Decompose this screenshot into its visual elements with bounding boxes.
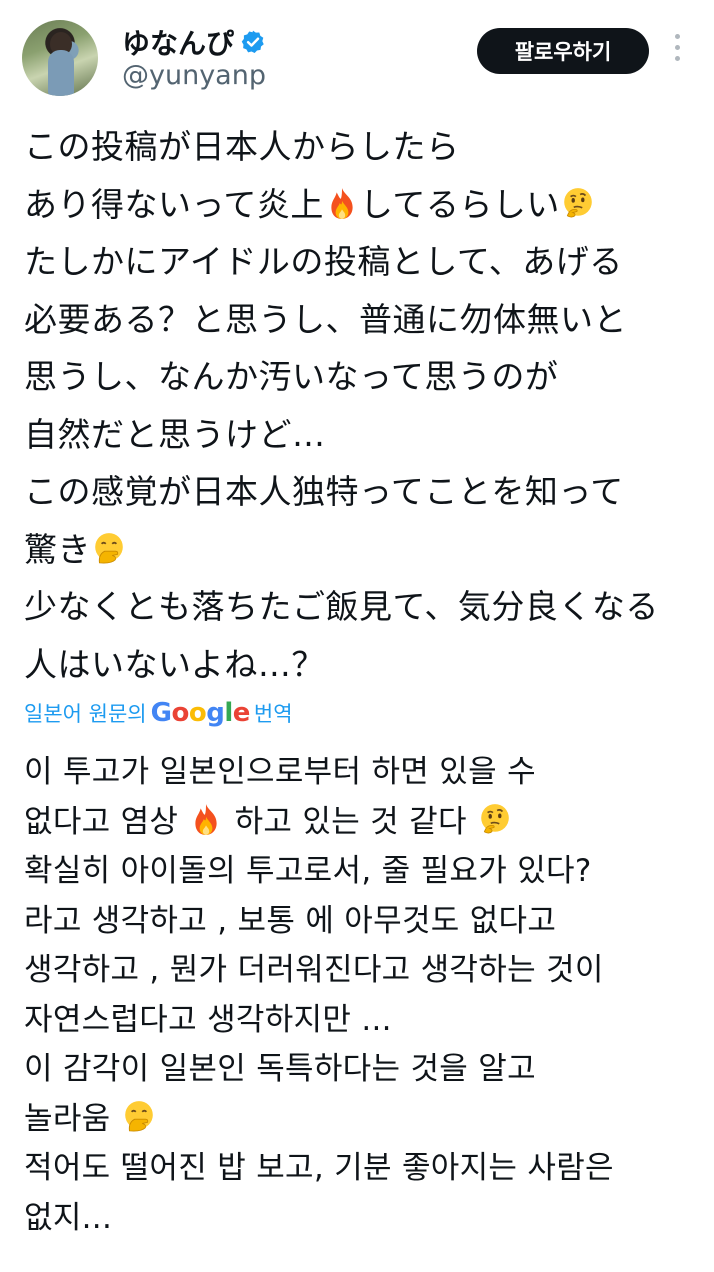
text-segment: 驚き	[24, 529, 91, 569]
original-line: あり得ないって炎上 してるらしい	[24, 176, 704, 234]
thinking-face-emoji-icon	[561, 186, 595, 220]
google-logo: Google	[150, 698, 251, 728]
display-name[interactable]: ゆなんぴ	[122, 22, 234, 62]
more-dot	[674, 45, 680, 50]
verified-badge-icon	[241, 30, 264, 54]
original-line: 少なくとも落ちたご飯見て、気分良くなる	[24, 578, 704, 636]
translated-line: 생각하고 , 뭔가 더러워진다고 생각하는 것이	[24, 946, 704, 996]
translated-line: 없지...	[24, 1194, 704, 1244]
translated-line: 없다고 염상 하고 있는 것 같다	[24, 798, 704, 848]
text-segment: 이 투고가 일본인으로부터 하면 있을 수	[24, 754, 536, 790]
name-row[interactable]: ゆなんぴ	[122, 22, 266, 62]
original-line: 思うし、なんか汚いなって思うのが	[24, 348, 704, 406]
text-segment: 自然だと思うけど…	[24, 414, 326, 454]
translated-line: 라고 생각하고 , 보통 에 아무것도 없다고	[24, 897, 704, 947]
original-line: たしかにアイドルの投稿として、あげる	[24, 233, 704, 291]
translated-line: 이 투고가 일본인으로부터 하면 있을 수	[24, 748, 704, 798]
text-segment: 없다고 염상	[24, 803, 179, 840]
text-segment: 적어도 떨어진 밥 보고, 기분 좋아지는 사람은	[24, 1150, 614, 1186]
fire-emoji-icon	[325, 186, 359, 220]
text-segment: たしかにアイドルの投稿として、あげる	[24, 242, 623, 281]
avatar[interactable]	[22, 20, 98, 96]
text-segment: 必要ある？と思うし、普通に勿体無いと	[24, 299, 627, 339]
text-segment: 少なくとも落ちたご飯見て、気分良くなる	[24, 587, 659, 626]
user-handle[interactable]: @yunyanp	[122, 60, 266, 91]
translation-suffix: 번역	[253, 702, 293, 726]
text-segment: あり得ないって炎上	[24, 184, 324, 224]
original-line: この感覚が日本人独特ってことを知って	[24, 463, 704, 521]
text-segment: 라고 생각하고 , 보통 에 아무것도 없다고	[24, 902, 557, 939]
post-original-text: この投稿が日本人からしたら あり得ないって炎上 してるらしい たしかにアイドルの投…	[24, 118, 704, 693]
text-segment: 없지...	[24, 1199, 113, 1236]
more-dot	[674, 34, 680, 39]
original-line: この投稿が日本人からしたら	[24, 118, 704, 176]
original-line: 驚き	[24, 521, 704, 579]
translated-line: 이 감각이 일본인 독특하다는 것을 알고	[24, 1045, 704, 1095]
more-dot	[674, 56, 680, 61]
text-segment: 확실히 아이돌의 투고로서, 줄 필요가 있다?	[24, 853, 592, 889]
text-segment: 생각하고 , 뭔가 더러워진다고 생각하는 것이	[24, 952, 604, 988]
translated-line: 놀라움	[24, 1095, 704, 1145]
translated-line: 자연스럽다고 생각하지만 ...	[24, 996, 704, 1046]
original-line: 自然だと思うけど…	[24, 406, 704, 464]
translation-attribution[interactable]: 일본어 원문의 Google 번역	[24, 698, 293, 728]
translation-prefix: 일본어 원문의	[24, 702, 147, 726]
text-segment: 이 감각이 일본인 독특하다는 것을 알고	[24, 1051, 536, 1087]
face-with-hand-over-mouth-emoji-icon	[122, 1099, 156, 1133]
avatar-figure	[48, 50, 74, 96]
translated-line: 확실히 아이돌의 투고로서, 줄 필요가 있다?	[24, 847, 704, 897]
text-segment: この投稿が日本人からしたら	[24, 127, 460, 166]
translated-line: 적어도 떨어진 밥 보고, 기분 좋아지는 사람은	[24, 1144, 704, 1194]
thinking-face-emoji-icon	[478, 802, 512, 836]
text-segment: 하고 있는 것 같다	[234, 803, 467, 840]
original-line: 必要ある？と思うし、普通に勿体無いと	[24, 291, 704, 349]
text-segment: 자연스럽다고 생각하지만 ...	[24, 1001, 392, 1038]
follow-button[interactable]: 팔로우하기	[477, 28, 649, 74]
text-segment: 思うし、なんか汚いなって思うのが	[24, 357, 559, 396]
text-segment: この感覚が日本人独特ってことを知って	[24, 472, 624, 511]
text-segment: 人はいないよね…？	[24, 644, 325, 684]
fire-emoji-icon	[189, 802, 223, 836]
post-translated-text: 이 투고가 일본인으로부터 하면 있을 수 없다고 염상 하고 있는 것 같다 …	[24, 748, 704, 1243]
text-segment: 놀라움	[24, 1100, 111, 1137]
face-with-hand-over-mouth-emoji-icon	[92, 531, 126, 565]
original-line: 人はいないよね…？	[24, 636, 704, 694]
post-header: ゆなんぴ @yunyanp 팔로우하기	[0, 0, 714, 110]
more-vertical-icon[interactable]	[670, 34, 684, 68]
text-segment: してるらしい	[359, 184, 560, 224]
